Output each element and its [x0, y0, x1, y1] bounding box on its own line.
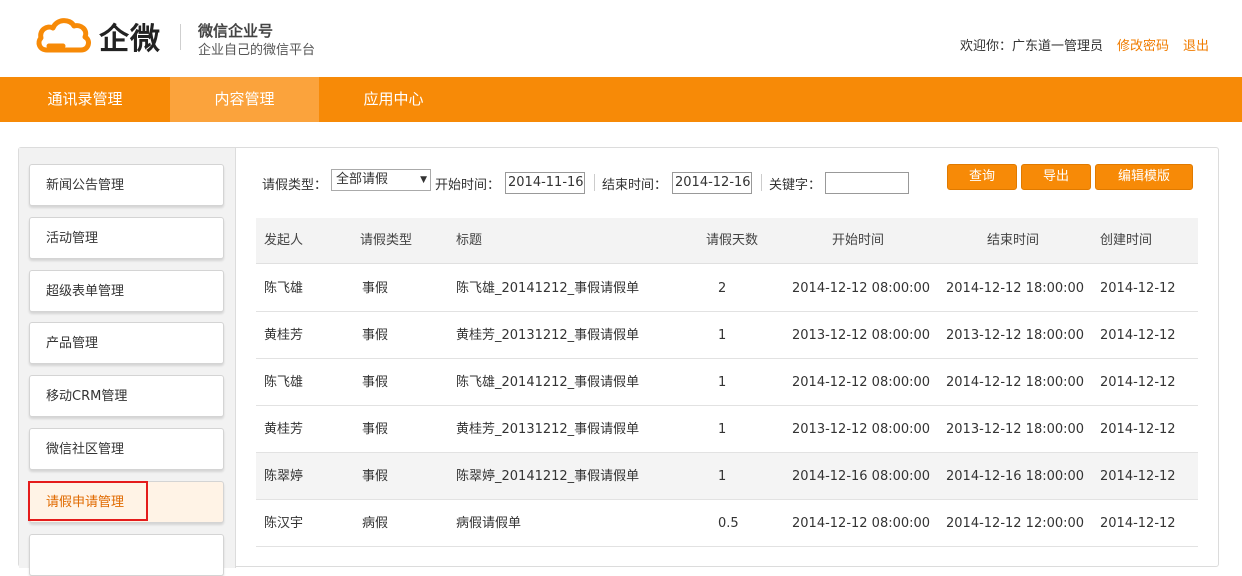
sidebar-item-leave[interactable]: 请假申请管理 — [29, 481, 224, 523]
brand-subtitle: 企业自己的微信平台 — [198, 43, 316, 58]
nav-item-apps[interactable]: 应用中心 — [319, 77, 468, 122]
cell-type: 事假 — [362, 375, 389, 390]
cell-end: 2013-12-12 18:00:00 — [946, 328, 1085, 343]
dropdown-arrow-icon: ▼ — [420, 175, 427, 185]
table-row[interactable]: 陈翠婷 事假 陈翠婷_20141212_事假请假单 1 2014-12-16 0… — [256, 453, 1198, 500]
cell-initiator: 黄桂芳 — [264, 422, 304, 437]
keyword-input[interactable] — [825, 172, 909, 194]
cell-start: 2013-12-12 08:00:00 — [792, 328, 931, 343]
page-header: 企微 微信企业号 企业自己的微信平台 欢迎你：广东道一管理员 修改密码 退出 — [0, 0, 1242, 77]
cell-created: 2014-12-12 — [1100, 469, 1176, 484]
cloud-logo-icon — [36, 18, 91, 53]
cell-end: 2014-12-12 12:00:00 — [946, 516, 1085, 531]
edit-template-button[interactable]: 编辑模版 — [1095, 164, 1193, 190]
start-time-input[interactable]: 2014-11-16 — [505, 172, 585, 194]
cell-days: 1 — [718, 375, 727, 390]
col-header-created[interactable]: 创建时间 — [1100, 218, 1152, 264]
sidebar: 新闻公告管理 活动管理 超级表单管理 产品管理 移动CRM管理 微信社区管理 请… — [19, 148, 236, 576]
cell-created: 2014-12-12 — [1100, 516, 1176, 531]
sidebar-item-products[interactable]: 产品管理 — [29, 322, 224, 364]
table-row[interactable]: 陈汉宇 病假 病假请假单 0.5 2014-12-12 08:00:00 201… — [256, 500, 1198, 547]
cell-initiator: 陈汉宇 — [264, 516, 304, 531]
end-time-input[interactable]: 2014-12-16 — [672, 172, 752, 194]
cell-initiator: 陈翠婷 — [264, 469, 304, 484]
cell-title[interactable]: 病假请假单 — [456, 500, 521, 547]
cell-end: 2014-12-12 18:00:00 — [946, 281, 1085, 296]
col-header-days[interactable]: 请假天数 — [706, 218, 758, 264]
leave-type-label: 请假类型： — [262, 178, 328, 193]
filter-divider — [761, 174, 762, 191]
cell-days: 1 — [718, 469, 727, 484]
cell-end: 2014-12-12 18:00:00 — [946, 375, 1085, 390]
main-nav: 通讯录管理 内容管理 应用中心 — [0, 77, 1242, 122]
sidebar-item-more[interactable] — [29, 534, 224, 576]
cell-type: 事假 — [362, 281, 389, 296]
logout-link[interactable]: 退出 — [1183, 35, 1209, 54]
col-header-initiator[interactable]: 发起人 — [264, 218, 303, 264]
leave-type-select[interactable]: 全部请假 ▼ — [331, 169, 431, 191]
cell-initiator: 陈飞雄 — [264, 375, 304, 390]
cell-title[interactable]: 陈翠婷_20141212_事假请假单 — [456, 453, 639, 500]
change-password-link[interactable]: 修改密码 — [1117, 35, 1169, 54]
cell-type: 病假 — [362, 516, 389, 531]
cell-end: 2014-12-16 18:00:00 — [946, 469, 1085, 484]
table-row[interactable]: 黄桂芳 事假 黄桂芳_20131212_事假请假单 1 2013-12-12 0… — [256, 406, 1198, 453]
cell-title[interactable]: 黄桂芳_20131212_事假请假单 — [456, 406, 639, 453]
col-header-end[interactable]: 结束时间 — [987, 218, 1039, 264]
sidebar-item-activities[interactable]: 活动管理 — [29, 217, 224, 259]
cell-days: 2 — [718, 281, 727, 296]
logo[interactable]: 企微 — [35, 14, 161, 58]
col-header-title[interactable]: 标题 — [456, 218, 482, 264]
cell-start: 2014-12-12 08:00:00 — [792, 281, 931, 296]
sidebar-item-news[interactable]: 新闻公告管理 — [29, 164, 224, 206]
start-time-label: 开始时间： — [435, 178, 501, 193]
cell-type: 事假 — [362, 422, 389, 437]
cell-title[interactable]: 陈飞雄_20141212_事假请假单 — [456, 359, 639, 406]
header-divider — [180, 24, 181, 50]
welcome-text: 欢迎你：广东道一管理员 — [959, 39, 1103, 54]
col-header-type[interactable]: 请假类型 — [360, 218, 412, 264]
cell-days: 0.5 — [718, 516, 739, 531]
table-row[interactable]: 黄桂芳 事假 黄桂芳_20131212_事假请假单 1 2013-12-12 0… — [256, 312, 1198, 359]
cell-title[interactable]: 黄桂芳_20131212_事假请假单 — [456, 312, 639, 359]
cell-start: 2014-12-12 08:00:00 — [792, 375, 931, 390]
leave-type-value: 全部请假 — [336, 172, 389, 187]
cell-end: 2013-12-12 18:00:00 — [946, 422, 1085, 437]
content-panel: 新闻公告管理 活动管理 超级表单管理 产品管理 移动CRM管理 微信社区管理 请… — [18, 147, 1219, 576]
cell-created: 2014-12-12 — [1100, 375, 1176, 390]
cell-title[interactable]: 陈飞雄_20141212_事假请假单 — [456, 265, 639, 312]
cell-created: 2014-12-12 — [1100, 281, 1176, 296]
table-row[interactable]: 陈飞雄 事假 陈飞雄_20141212_事假请假单 1 2014-12-12 0… — [256, 359, 1198, 406]
cell-days: 1 — [718, 328, 727, 343]
brand-title: 微信企业号 — [198, 22, 274, 40]
end-time-label: 结束时间： — [602, 178, 668, 193]
cell-start: 2014-12-12 08:00:00 — [792, 516, 931, 531]
keyword-label: 关键字： — [769, 178, 822, 193]
table-header: 发起人 请假类型 标题 请假天数 开始时间 结束时间 创建时间 — [256, 218, 1198, 264]
export-button[interactable]: 导出 — [1021, 164, 1091, 190]
cell-created: 2014-12-12 — [1100, 422, 1176, 437]
nav-item-content[interactable]: 内容管理 — [170, 77, 319, 122]
cell-created: 2014-12-12 — [1100, 328, 1176, 343]
cell-initiator: 陈飞雄 — [264, 281, 304, 296]
cell-days: 1 — [718, 422, 727, 437]
cell-type: 事假 — [362, 469, 389, 484]
nav-item-contacts[interactable]: 通讯录管理 — [0, 77, 170, 122]
cell-initiator: 黄桂芳 — [264, 328, 304, 343]
table-row[interactable]: 陈飞雄 事假 陈飞雄_20141212_事假请假单 2 2014-12-12 0… — [256, 265, 1198, 312]
brand-name: 企微 — [99, 22, 161, 57]
query-button[interactable]: 查询 — [947, 164, 1017, 190]
sidebar-item-crm[interactable]: 移动CRM管理 — [29, 375, 224, 417]
user-bar: 欢迎你：广东道一管理员 修改密码 退出 — [960, 35, 1209, 54]
cell-type: 事假 — [362, 328, 389, 343]
col-header-start[interactable]: 开始时间 — [832, 218, 884, 264]
cell-start: 2013-12-12 08:00:00 — [792, 422, 931, 437]
sidebar-item-community[interactable]: 微信社区管理 — [29, 428, 224, 470]
filter-divider — [594, 174, 595, 191]
cell-start: 2014-12-16 08:00:00 — [792, 469, 931, 484]
sidebar-item-forms[interactable]: 超级表单管理 — [29, 270, 224, 312]
